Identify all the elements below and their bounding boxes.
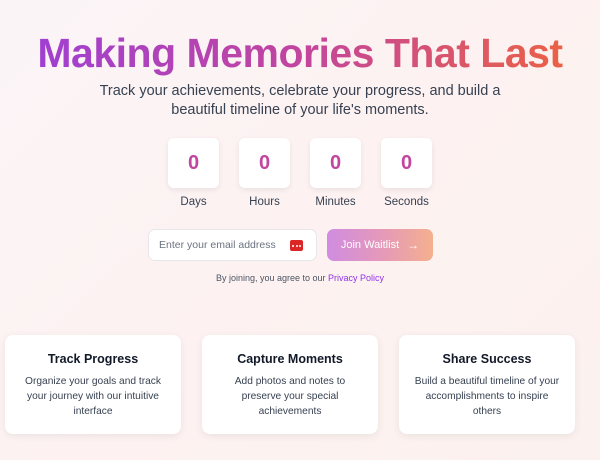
feature-description: Build a beautiful timeline of your accom… [414,376,560,417]
feature-cards: Track Progress Organize your goals and t… [5,335,575,434]
countdown-timer: 0 Days 0 Hours 0 Minutes 0 Seconds [0,138,600,208]
join-waitlist-button[interactable]: Join Waitlist → [327,229,433,261]
join-waitlist-label: Join Waitlist [340,239,400,251]
feature-title: Share Success [442,352,532,366]
countdown-hours: 0 Hours [239,138,290,208]
privacy-policy-link[interactable]: Privacy Policy [328,273,384,283]
feature-description: Add photos and notes to preserve your sp… [234,376,346,417]
privacy-notice: By joining, you agree to our Privacy Pol… [0,273,600,283]
hero-subtitle: Track your achievements, celebrate your … [99,83,501,118]
countdown-hours-value: 0 [239,138,290,188]
countdown-seconds-value: 0 [381,138,432,188]
countdown-hours-label: Hours [249,196,280,208]
privacy-prefix: By joining, you agree to our [215,273,326,283]
feature-title: Track Progress [47,352,139,366]
password-manager-icon[interactable] [290,240,303,251]
arrow-right-icon: → [407,238,420,252]
countdown-days: 0 Days [168,138,219,208]
countdown-days-value: 0 [168,138,219,188]
countdown-seconds-label: Seconds [384,196,429,208]
feature-title: Capture Moments [237,352,343,366]
countdown-days-label: Days [180,196,207,208]
email-field-wrapper [148,229,317,261]
feature-card-share-success: Share Success Build a beautiful timeline… [399,335,575,434]
waitlist-form: Join Waitlist → [148,229,433,261]
hero-title: Making Memories That Last [0,30,600,76]
feature-card-track-progress: Track Progress Organize your goals and t… [5,335,181,434]
countdown-minutes: 0 Minutes [310,138,361,208]
countdown-seconds: 0 Seconds [381,138,432,208]
feature-description: Organize your goals and track your journ… [25,376,161,417]
feature-card-capture-moments: Capture Moments Add photos and notes to … [202,335,378,434]
countdown-minutes-value: 0 [310,138,361,188]
countdown-minutes-label: Minutes [315,196,356,208]
